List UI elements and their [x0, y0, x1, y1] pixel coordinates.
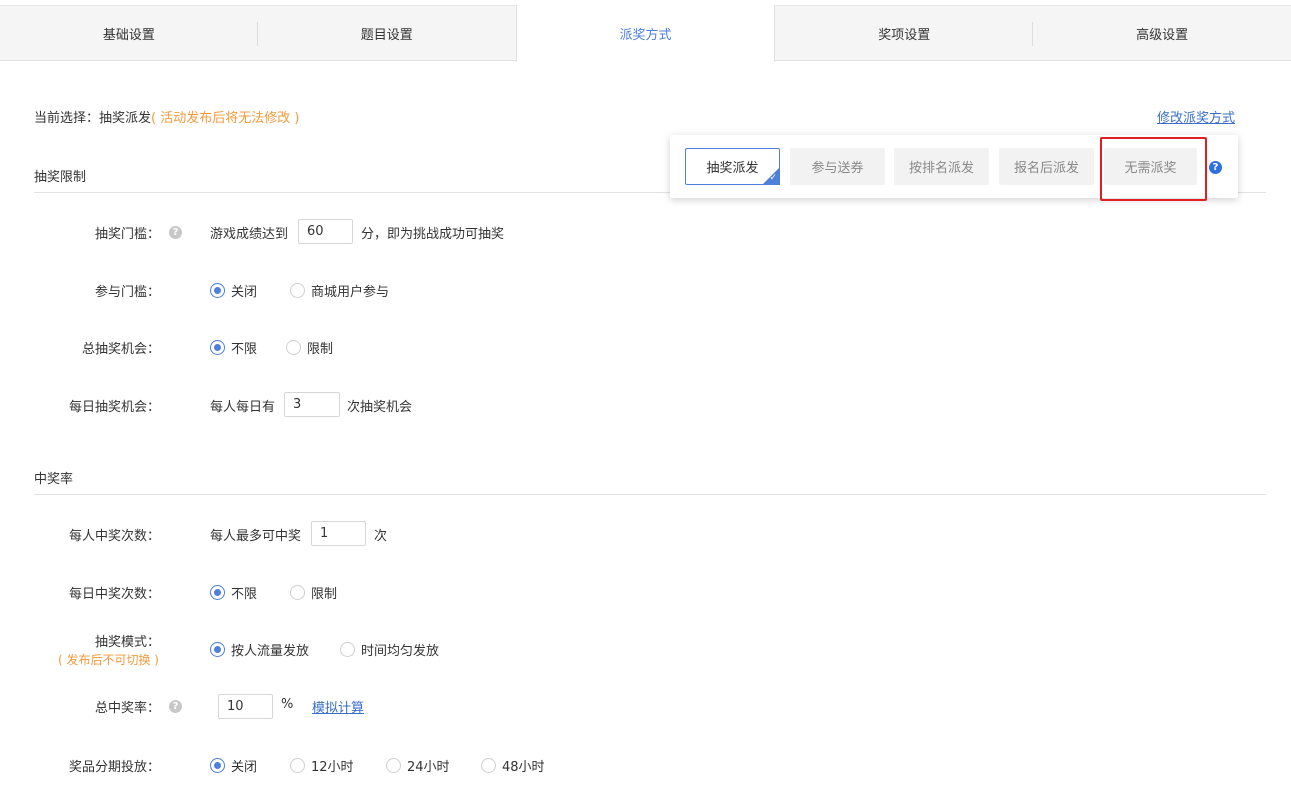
draw-mode-label: 抽奖模式： — [94, 635, 160, 650]
total-chances-radio-unlimited[interactable]: 不限 — [210, 338, 257, 357]
current-selection: 当前选择：抽奖派发( 活动发布后将无法修改 ) — [34, 107, 299, 126]
radio-dot — [386, 758, 401, 773]
radio-dot — [210, 283, 225, 298]
tab-label: 高级设置 — [1136, 27, 1189, 43]
threshold-score-input[interactable]: 60 — [298, 219, 353, 244]
participate-label: 参与门槛： — [94, 285, 160, 300]
threshold-post-text: 分，即为挑战成功可抽奖 — [361, 227, 505, 242]
radio-label: 不限 — [231, 587, 258, 602]
total-chances-label: 总抽奖机会： — [81, 342, 160, 357]
option-label: 抽奖派发 — [706, 161, 759, 176]
tab-dispatch-method[interactable]: 派奖方式 — [515, 5, 776, 62]
radio-dot — [290, 758, 305, 773]
radio-label: 限制 — [311, 587, 338, 602]
tab-question-settings[interactable]: 题目设置 — [258, 6, 516, 60]
daily-chances-post-text: 次抽奖机会 — [347, 400, 413, 415]
help-icon[interactable]: ? — [169, 700, 182, 713]
tab-label: 基础设置 — [102, 27, 155, 43]
tab-label: 奖项设置 — [878, 27, 931, 43]
staged-radio-off[interactable]: 关闭 — [210, 756, 257, 775]
draw-mode-radio-time[interactable]: 时间均匀发放 — [340, 640, 439, 659]
radio-label: 不限 — [231, 342, 258, 357]
option-label: 报名后派发 — [1013, 161, 1079, 176]
radio-label: 关闭 — [231, 760, 258, 775]
radio-dot — [210, 340, 225, 355]
per-person-wins-pre-text: 每人最多可中奖 — [210, 529, 302, 544]
radio-label: 按人流量发放 — [231, 644, 310, 659]
tab-prize-settings[interactable]: 奖项设置 — [775, 6, 1034, 60]
total-rate-input[interactable]: 10 — [218, 694, 273, 719]
total-rate-unit: % — [281, 697, 294, 712]
draw-mode-radio-traffic[interactable]: 按人流量发放 — [210, 640, 309, 659]
total-rate-label: 总中奖率： — [94, 701, 160, 716]
section-title-win-rate: 中奖率 — [34, 472, 74, 487]
staged-radio-24h[interactable]: 24小时 — [386, 756, 450, 775]
radio-dot — [286, 340, 301, 355]
dispatch-option-signup[interactable]: 报名后派发 — [999, 148, 1094, 185]
radio-dot — [210, 758, 225, 773]
per-person-wins-input[interactable]: 1 — [311, 521, 366, 546]
radio-dot — [210, 642, 225, 657]
radio-label: 商城用户参与 — [311, 285, 390, 300]
radio-dot — [481, 758, 496, 773]
radio-dot — [340, 642, 355, 657]
highlight-box — [1100, 137, 1207, 201]
radio-label: 限制 — [307, 342, 334, 357]
option-label: 参与送券 — [811, 161, 864, 176]
simulate-calc-link[interactable]: 模拟计算 — [312, 697, 364, 716]
radio-dot — [210, 585, 225, 600]
help-icon[interactable]: ? — [1209, 161, 1222, 174]
staged-release-label: 奖品分期投放： — [68, 760, 160, 775]
daily-chances-pre-text: 每人每日有 — [210, 400, 276, 415]
radio-label: 时间均匀发放 — [361, 644, 440, 659]
tab-label: 派奖方式 — [619, 28, 672, 43]
dispatch-option-ranking[interactable]: 按排名派发 — [894, 148, 989, 185]
help-icon[interactable]: ? — [169, 226, 182, 239]
radio-dot — [290, 585, 305, 600]
dispatch-option-lottery[interactable]: 抽奖派发 ✓ — [685, 148, 780, 185]
option-label: 按排名派发 — [908, 161, 974, 176]
staged-radio-12h[interactable]: 12小时 — [290, 756, 354, 775]
radio-dot — [290, 283, 305, 298]
daily-wins-radio-unlimited[interactable]: 不限 — [210, 583, 257, 602]
dispatch-option-coupon[interactable]: 参与送券 — [790, 148, 885, 185]
check-icon: ✓ — [769, 173, 777, 183]
radio-label: 24小时 — [407, 760, 450, 775]
threshold-label: 抽奖门槛： — [94, 227, 160, 242]
daily-wins-label: 每日中奖次数： — [68, 587, 160, 602]
section-title-draw-limit: 抽奖限制 — [34, 170, 87, 185]
current-selection-text: 当前选择：抽奖派发 — [34, 111, 152, 126]
radio-label: 12小时 — [311, 760, 354, 775]
daily-wins-radio-limit[interactable]: 限制 — [290, 583, 337, 602]
daily-chances-input[interactable]: 3 — [284, 392, 340, 417]
per-person-wins-post-text: 次 — [374, 529, 388, 544]
draw-mode-note: ( 发布后不可切换 ) — [58, 653, 159, 667]
tab-label: 题目设置 — [360, 27, 413, 43]
tab-bar: 基础设置 题目设置 派奖方式 奖项设置 高级设置 — [0, 5, 1291, 62]
radio-label: 关闭 — [231, 285, 258, 300]
divider — [34, 494, 1266, 495]
current-selection-warning: ( 活动发布后将无法修改 ) — [151, 111, 300, 126]
threshold-pre-text: 游戏成绩达到 — [210, 227, 289, 242]
radio-label: 48小时 — [502, 760, 545, 775]
modify-dispatch-link[interactable]: 修改派奖方式 — [1157, 107, 1235, 126]
total-chances-radio-limit[interactable]: 限制 — [286, 338, 333, 357]
daily-chances-label: 每日抽奖机会： — [68, 400, 160, 415]
tab-basic-settings[interactable]: 基础设置 — [0, 6, 258, 60]
staged-radio-48h[interactable]: 48小时 — [481, 756, 545, 775]
participate-radio-mall-users[interactable]: 商城用户参与 — [290, 281, 389, 300]
tab-advanced-settings[interactable]: 高级设置 — [1033, 6, 1291, 60]
participate-radio-off[interactable]: 关闭 — [210, 281, 257, 300]
per-person-wins-label: 每人中奖次数： — [68, 529, 160, 544]
